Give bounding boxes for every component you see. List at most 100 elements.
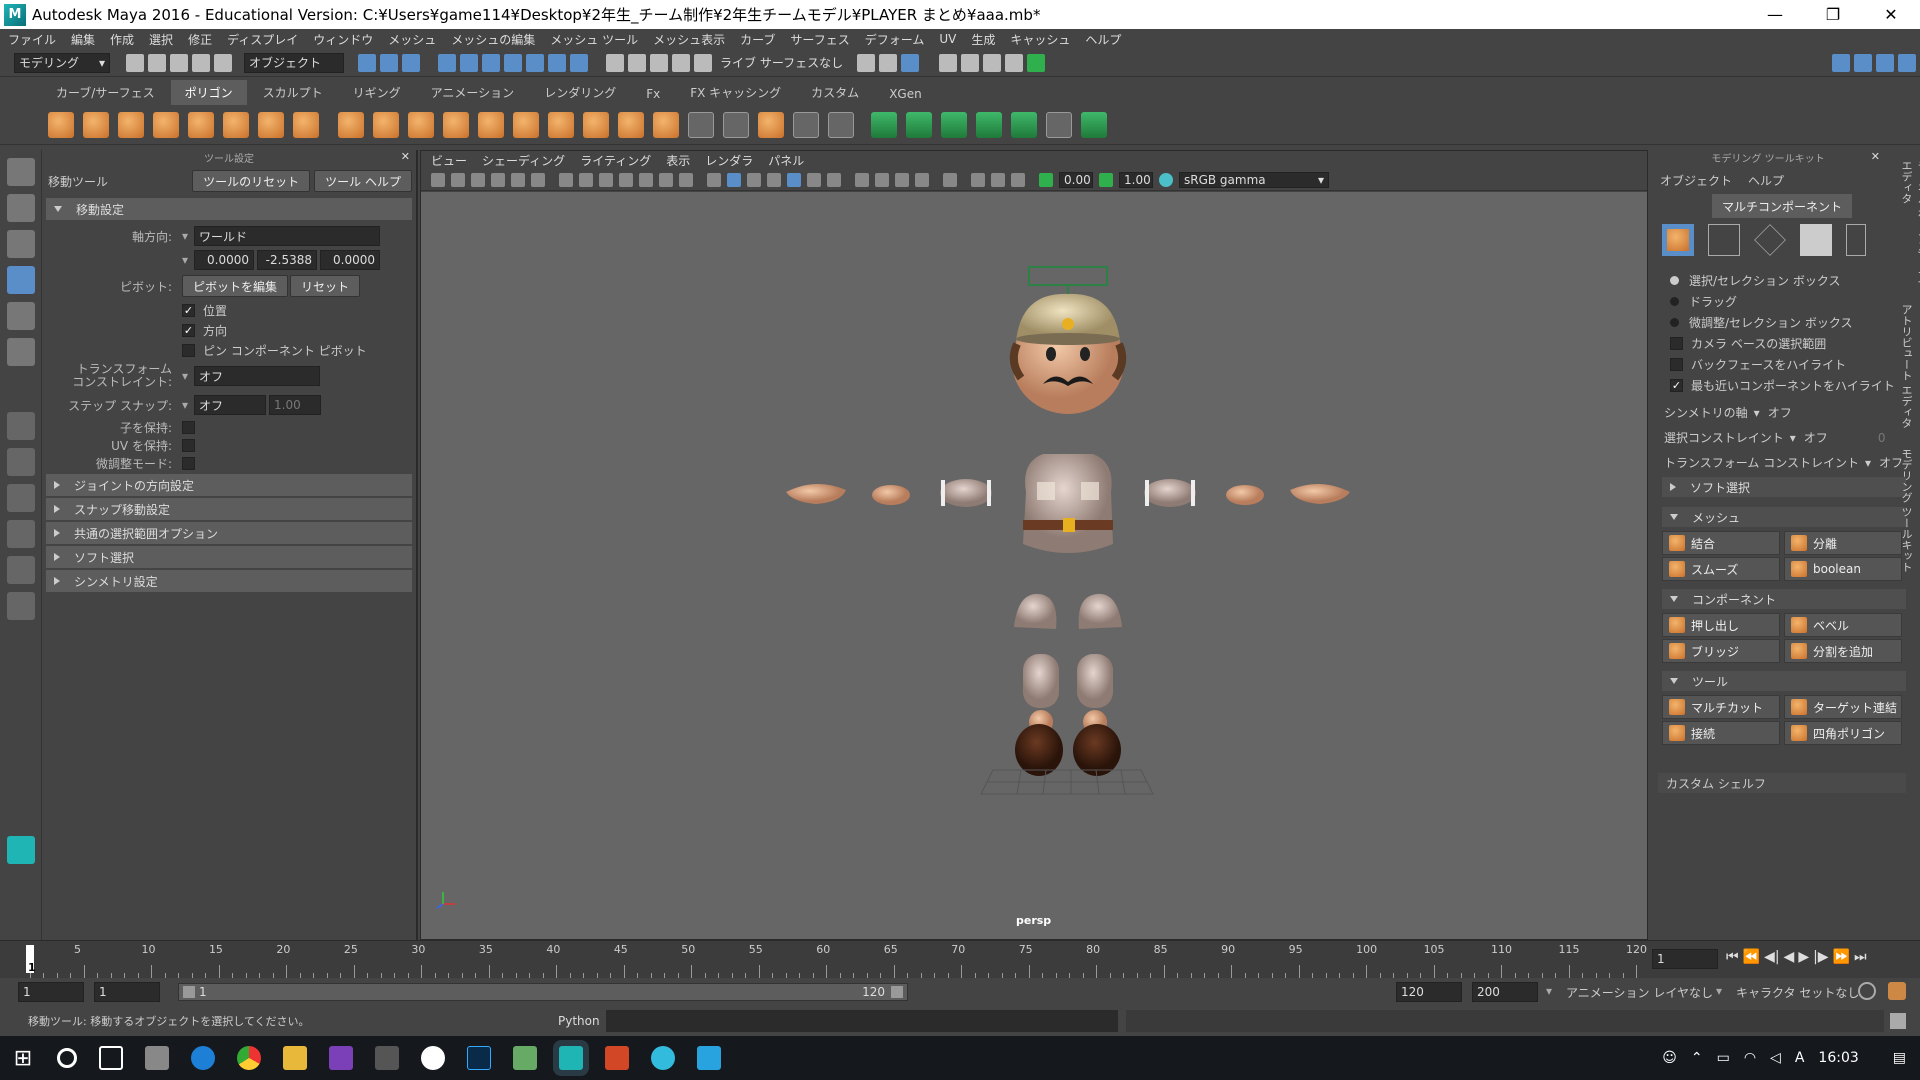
save-scene-icon[interactable]	[170, 53, 188, 72]
step-back-key-icon[interactable]: ⏪	[1743, 949, 1760, 965]
bridge-icon[interactable]	[513, 111, 539, 138]
menu-item-12[interactable]: サーフェス	[790, 31, 849, 48]
keep-children-checkbox[interactable]	[182, 420, 195, 434]
show-hidden-icons-icon[interactable]: ⌃	[1691, 1050, 1703, 1066]
render-settings-icon[interactable]	[1005, 53, 1024, 72]
tools-section[interactable]: ツール	[1662, 671, 1906, 691]
extrude-icon[interactable]	[478, 111, 504, 138]
unreal-icon[interactable]	[421, 1046, 445, 1070]
tool-button-0[interactable]: マルチカット	[1662, 695, 1780, 719]
head-mesh[interactable]	[1009, 293, 1127, 414]
tweak-mode-checkbox[interactable]	[182, 456, 195, 470]
go-to-end-icon[interactable]: ⏭	[1854, 949, 1867, 965]
smooth-shade-icon[interactable]	[727, 172, 741, 187]
backface-checkbox[interactable]	[1670, 358, 1683, 371]
viewport-menu-5[interactable]: パネル	[768, 152, 804, 169]
render-frame-icon[interactable]	[961, 53, 980, 72]
search-icon[interactable]	[57, 1048, 77, 1068]
menu-item-4[interactable]: 修正	[188, 31, 212, 48]
custom-shelf[interactable]: カスタム シェルフ	[1658, 773, 1906, 793]
viewport-menu-4[interactable]: レンダラ	[705, 152, 753, 169]
menu-item-1[interactable]: 編集	[71, 31, 95, 48]
snap-live-icon[interactable]	[526, 53, 544, 72]
minimize-button[interactable]: —	[1746, 5, 1804, 24]
edge-mode-icon[interactable]	[1754, 224, 1786, 256]
transform-constraint-field[interactable]: オフ	[194, 366, 320, 386]
store-icon[interactable]	[145, 1046, 169, 1070]
shelf-tab-3[interactable]: リギング	[339, 80, 415, 105]
default-material-icon[interactable]	[747, 172, 761, 187]
safe-action-icon[interactable]	[659, 172, 673, 187]
edge-icon[interactable]	[191, 1046, 215, 1070]
preferences-icon[interactable]	[1888, 982, 1906, 1000]
z-field[interactable]: 0.0000	[320, 250, 380, 270]
drag-radio[interactable]	[1670, 297, 1679, 306]
mesh-section[interactable]: メッシュ	[1662, 507, 1906, 527]
uv-auto-icon[interactable]	[976, 111, 1002, 138]
history-icon[interactable]	[548, 53, 566, 72]
menu-item-0[interactable]: ファイル	[8, 31, 56, 48]
step-forward-key-icon[interactable]: ⏩	[1833, 949, 1850, 965]
visual-studio-icon[interactable]	[329, 1046, 353, 1070]
tool-button-3[interactable]: 四角ポリゴン	[1784, 721, 1902, 745]
snap-pivot-icon[interactable]	[628, 53, 646, 72]
ipr-icon[interactable]	[672, 53, 690, 72]
poly-pipe-icon[interactable]	[293, 111, 319, 138]
safe-title-icon[interactable]	[679, 172, 693, 187]
uv-planar-icon[interactable]	[871, 111, 897, 138]
shelf-tab-5[interactable]: レンダリング	[530, 80, 630, 105]
select-by-hierarchy-icon[interactable]	[358, 53, 376, 72]
wifi-icon[interactable]: ◠	[1744, 1050, 1756, 1066]
camera-based-checkbox[interactable]	[1670, 337, 1683, 350]
playback-start-field[interactable]: 1	[94, 982, 160, 1002]
camera-attr-icon[interactable]	[451, 172, 465, 187]
uv-cut-icon[interactable]	[1011, 111, 1037, 138]
people-icon[interactable]: ☺	[1662, 1050, 1677, 1066]
snap-grid-icon[interactable]	[438, 53, 456, 72]
gamma-icon[interactable]	[1099, 172, 1113, 187]
range-start-handle[interactable]	[183, 986, 195, 998]
select-tool-icon[interactable]	[6, 158, 35, 186]
paint-select-icon[interactable]	[6, 230, 35, 258]
single-perspective-layout-icon[interactable]	[6, 412, 35, 440]
poly-sphere-icon[interactable]	[48, 111, 74, 138]
close-button[interactable]: ✕	[1862, 5, 1920, 24]
exposure-field[interactable]: 0.00	[1059, 171, 1093, 188]
film-gate-icon[interactable]	[579, 172, 593, 187]
script-editor-icon[interactable]	[1889, 1013, 1906, 1029]
menu-item-14[interactable]: UV	[939, 32, 956, 46]
menu-item-5[interactable]: ディスプレイ	[227, 31, 298, 48]
render-icon[interactable]	[650, 53, 668, 72]
scale-tool-icon[interactable]	[6, 338, 35, 366]
four-view-layout-icon[interactable]	[6, 448, 35, 476]
mesh-button-2[interactable]: スムーズ	[1662, 557, 1780, 581]
gamma-field[interactable]: 1.00	[1119, 171, 1153, 188]
section-collapsed-0[interactable]: ジョイントの方向設定	[46, 474, 412, 496]
sculpt-icon[interactable]	[901, 53, 920, 72]
select-radio[interactable]	[1670, 276, 1679, 285]
undo-icon[interactable]	[192, 53, 210, 72]
shelf-tab-0[interactable]: カーブ/サーフェス	[42, 80, 169, 105]
uv-spherical-icon[interactable]	[941, 111, 967, 138]
isolate-select-icon[interactable]	[943, 172, 957, 187]
current-frame-field[interactable]: 1	[1652, 949, 1718, 969]
textured-icon[interactable]	[787, 172, 801, 187]
shelf-tab-7[interactable]: FX キャッシング	[676, 80, 795, 105]
poly-cylinder-icon[interactable]	[118, 111, 144, 138]
quad-draw-icon[interactable]	[828, 111, 854, 138]
menu-item-16[interactable]: キャッシュ	[1010, 31, 1070, 48]
uv-cylindrical-icon[interactable]	[906, 111, 932, 138]
right-arm-mesh[interactable]	[1144, 479, 1350, 507]
image-plane-icon[interactable]	[491, 172, 505, 187]
camera-icon[interactable]	[431, 172, 445, 187]
xray-components-icon[interactable]	[1011, 172, 1025, 187]
target-weld-icon[interactable]	[688, 111, 714, 138]
poly-torus-icon[interactable]	[223, 111, 249, 138]
pin-pivot-checkbox[interactable]	[182, 343, 195, 357]
poly-plane-icon[interactable]	[188, 111, 214, 138]
uv-layout-icon[interactable]	[1081, 111, 1107, 138]
file-explorer-icon[interactable]	[283, 1046, 307, 1070]
range-slider[interactable]: 1 120	[178, 983, 908, 1001]
component-button-2[interactable]: ブリッジ	[1662, 639, 1780, 663]
field-chart-icon[interactable]	[639, 172, 653, 187]
